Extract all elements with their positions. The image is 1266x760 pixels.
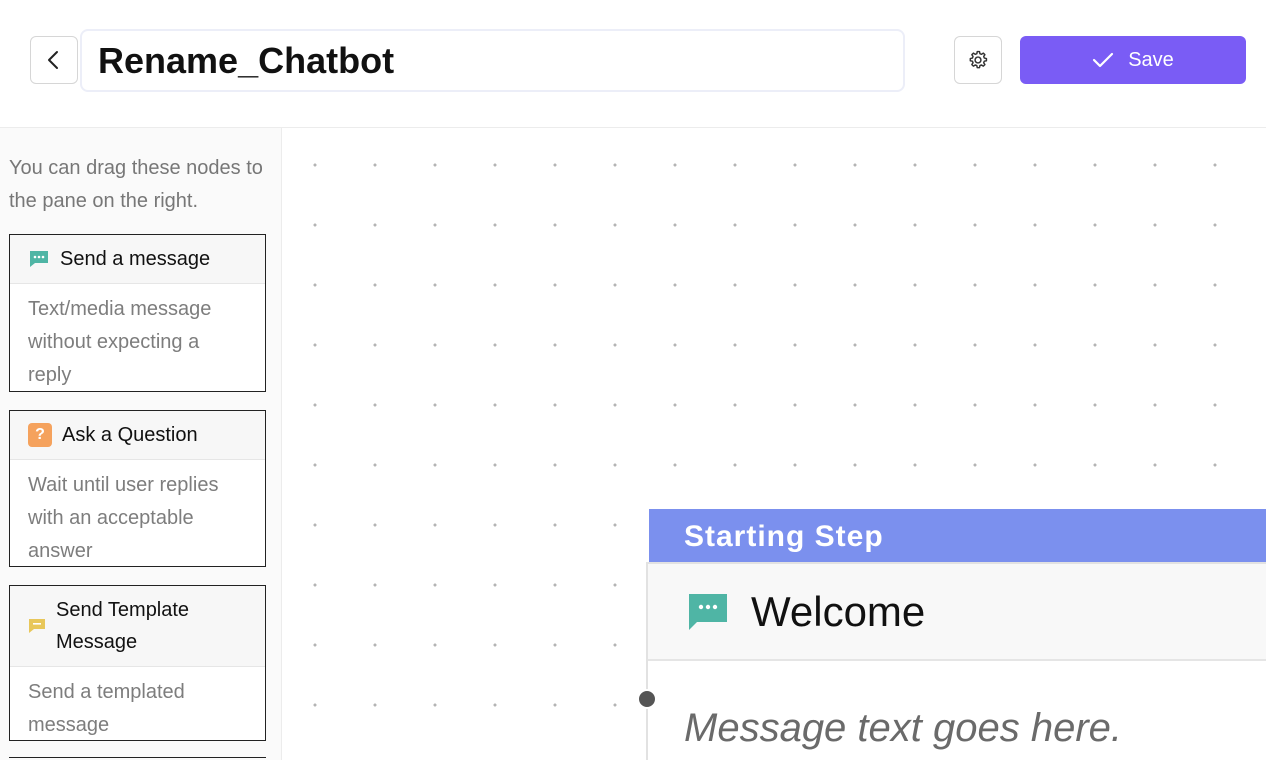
template-message-icon bbox=[28, 617, 46, 635]
welcome-node-header: Welcome bbox=[648, 564, 1266, 661]
settings-button[interactable] bbox=[954, 36, 1002, 84]
node-palette: You can drag these nodes to the pane on … bbox=[0, 128, 282, 760]
palette-hint: You can drag these nodes to the pane on … bbox=[9, 157, 263, 212]
welcome-message-node[interactable]: Welcome Message text goes here. bbox=[637, 562, 1266, 760]
node-header: ? Ask a Question bbox=[10, 411, 265, 460]
node-send-message[interactable]: Send a message Text/media message withou… bbox=[9, 234, 266, 392]
save-button-label: Save bbox=[1128, 48, 1174, 71]
editor-header: Save bbox=[0, 0, 1266, 128]
flow-canvas[interactable]: Starting Step Welcome Message text goes … bbox=[282, 128, 1266, 760]
question-icon: ? bbox=[28, 423, 52, 447]
starting-step-node[interactable]: Starting Step Welcome Message text goes … bbox=[637, 509, 1266, 760]
node-send-template-message[interactable]: Send Template Message Send a templated m… bbox=[9, 585, 266, 741]
node-description: Send a templated message bbox=[28, 681, 185, 736]
message-bubble-icon bbox=[687, 592, 729, 632]
node-description: Text/media message without expecting a r… bbox=[28, 298, 212, 386]
back-button[interactable] bbox=[30, 36, 78, 84]
message-bubble-icon bbox=[28, 249, 50, 269]
chevron-left-icon bbox=[43, 49, 65, 71]
welcome-message-text: Message text goes here. bbox=[684, 706, 1123, 750]
chatbot-name-input[interactable] bbox=[80, 29, 905, 92]
starting-step-banner: Starting Step bbox=[649, 509, 1266, 562]
node-header: Send Template Message bbox=[10, 586, 265, 667]
node-description: Wait until user replies with an acceptab… bbox=[28, 474, 219, 562]
node-header: Send a message bbox=[10, 235, 265, 284]
node-title: Send Template Message bbox=[56, 599, 190, 653]
welcome-node-title: Welcome bbox=[751, 587, 926, 635]
connection-handle[interactable] bbox=[637, 689, 657, 709]
node-title: Ask a Question bbox=[62, 424, 198, 446]
node-title: Send a message bbox=[60, 248, 211, 270]
check-icon bbox=[1092, 51, 1114, 69]
gear-icon bbox=[967, 49, 989, 71]
node-ask-question[interactable]: ? Ask a Question Wait until user replies… bbox=[9, 410, 266, 567]
save-button[interactable]: Save bbox=[1020, 36, 1246, 84]
